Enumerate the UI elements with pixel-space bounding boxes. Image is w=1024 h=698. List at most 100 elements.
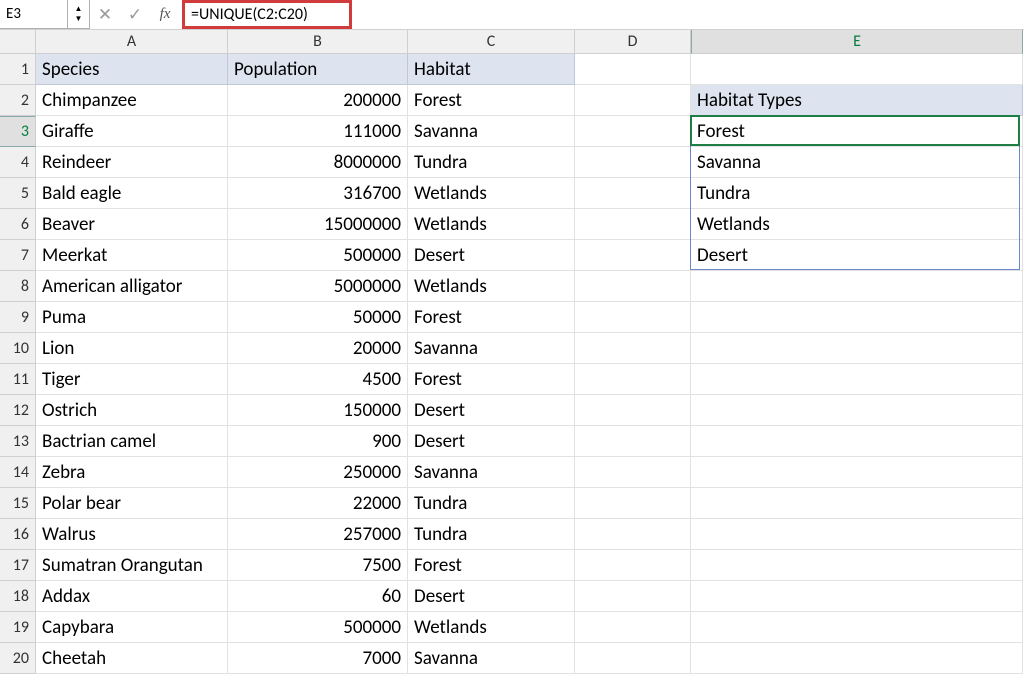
cell-B6[interactable]: 15000000 xyxy=(228,209,408,240)
row-header-13[interactable]: 13 xyxy=(0,426,36,457)
cell-D7[interactable] xyxy=(575,240,691,271)
cell-A19[interactable]: Capybara xyxy=(36,612,228,643)
cell-A8[interactable]: American alligator xyxy=(36,271,228,302)
cell-C1[interactable]: Habitat xyxy=(408,54,575,85)
cell-E5[interactable]: Tundra xyxy=(691,178,1023,209)
cell-B11[interactable]: 4500 xyxy=(228,364,408,395)
cell-B14[interactable]: 250000 xyxy=(228,457,408,488)
cancel-icon[interactable]: ✕ xyxy=(90,0,120,29)
cell-D1[interactable] xyxy=(575,54,691,85)
cell-E1[interactable] xyxy=(691,54,1023,85)
cell-E7[interactable]: Desert xyxy=(691,240,1023,271)
row-header-8[interactable]: 8 xyxy=(0,271,36,302)
cell-A7[interactable]: Meerkat xyxy=(36,240,228,271)
cell-E2[interactable]: Habitat Types xyxy=(691,85,1023,116)
cell-D6[interactable] xyxy=(575,209,691,240)
cell-C8[interactable]: Wetlands xyxy=(408,271,575,302)
cell-C5[interactable]: Wetlands xyxy=(408,178,575,209)
cell-C4[interactable]: Tundra xyxy=(408,147,575,178)
column-header-E[interactable]: E xyxy=(691,30,1023,54)
cell-C13[interactable]: Desert xyxy=(408,426,575,457)
name-box[interactable]: E3 xyxy=(0,0,68,29)
cell-C16[interactable]: Tundra xyxy=(408,519,575,550)
cell-B17[interactable]: 7500 xyxy=(228,550,408,581)
row-header-17[interactable]: 17 xyxy=(0,550,36,581)
cell-D19[interactable] xyxy=(575,612,691,643)
select-all-corner[interactable] xyxy=(0,30,36,54)
cell-C3[interactable]: Savanna xyxy=(408,116,575,147)
cell-E10[interactable] xyxy=(691,333,1023,364)
cell-D8[interactable] xyxy=(575,271,691,302)
column-header-A[interactable]: A xyxy=(36,30,228,54)
cell-D15[interactable] xyxy=(575,488,691,519)
cell-E6[interactable]: Wetlands xyxy=(691,209,1023,240)
cell-C12[interactable]: Desert xyxy=(408,395,575,426)
cell-E15[interactable] xyxy=(691,488,1023,519)
cell-D14[interactable] xyxy=(575,457,691,488)
column-header-B[interactable]: B xyxy=(228,30,408,54)
cell-E14[interactable] xyxy=(691,457,1023,488)
row-header-18[interactable]: 18 xyxy=(0,581,36,612)
cell-B13[interactable]: 900 xyxy=(228,426,408,457)
cell-D17[interactable] xyxy=(575,550,691,581)
row-header-6[interactable]: 6 xyxy=(0,209,36,240)
cell-B10[interactable]: 20000 xyxy=(228,333,408,364)
cell-E17[interactable] xyxy=(691,550,1023,581)
cell-E4[interactable]: Savanna xyxy=(691,147,1023,178)
cell-A9[interactable]: Puma xyxy=(36,302,228,333)
cell-D12[interactable] xyxy=(575,395,691,426)
cell-E9[interactable] xyxy=(691,302,1023,333)
column-header-C[interactable]: C xyxy=(408,30,575,54)
cell-D9[interactable] xyxy=(575,302,691,333)
row-header-20[interactable]: 20 xyxy=(0,643,36,674)
cell-B1[interactable]: Population xyxy=(228,54,408,85)
row-header-10[interactable]: 10 xyxy=(0,333,36,364)
cell-B9[interactable]: 50000 xyxy=(228,302,408,333)
cell-C17[interactable]: Forest xyxy=(408,550,575,581)
cell-A18[interactable]: Addax xyxy=(36,581,228,612)
cell-A20[interactable]: Cheetah xyxy=(36,643,228,674)
row-header-1[interactable]: 1 xyxy=(0,54,36,85)
cell-E19[interactable] xyxy=(691,612,1023,643)
cell-C2[interactable]: Forest xyxy=(408,85,575,116)
cell-A12[interactable]: Ostrich xyxy=(36,395,228,426)
cell-A14[interactable]: Zebra xyxy=(36,457,228,488)
name-box-dropdown[interactable]: ▲ ▼ xyxy=(68,0,90,29)
cell-C14[interactable]: Savanna xyxy=(408,457,575,488)
cell-C20[interactable]: Savanna xyxy=(408,643,575,674)
cell-B8[interactable]: 5000000 xyxy=(228,271,408,302)
accept-icon[interactable]: ✓ xyxy=(120,0,150,29)
cell-D16[interactable] xyxy=(575,519,691,550)
cell-B18[interactable]: 60 xyxy=(228,581,408,612)
row-header-9[interactable]: 9 xyxy=(0,302,36,333)
cell-E20[interactable] xyxy=(691,643,1023,674)
cell-C6[interactable]: Wetlands xyxy=(408,209,575,240)
cell-E18[interactable] xyxy=(691,581,1023,612)
cell-B2[interactable]: 200000 xyxy=(228,85,408,116)
cell-D3[interactable] xyxy=(575,116,691,147)
cell-E8[interactable] xyxy=(691,271,1023,302)
row-header-5[interactable]: 5 xyxy=(0,178,36,209)
row-header-11[interactable]: 11 xyxy=(0,364,36,395)
cell-B16[interactable]: 257000 xyxy=(228,519,408,550)
cell-B5[interactable]: 316700 xyxy=(228,178,408,209)
cell-B20[interactable]: 7000 xyxy=(228,643,408,674)
row-header-14[interactable]: 14 xyxy=(0,457,36,488)
cell-D20[interactable] xyxy=(575,643,691,674)
cell-B7[interactable]: 500000 xyxy=(228,240,408,271)
cell-A1[interactable]: Species xyxy=(36,54,228,85)
cell-C15[interactable]: Tundra xyxy=(408,488,575,519)
cell-C7[interactable]: Desert xyxy=(408,240,575,271)
cell-C18[interactable]: Desert xyxy=(408,581,575,612)
cell-E13[interactable] xyxy=(691,426,1023,457)
cell-D11[interactable] xyxy=(575,364,691,395)
cell-E3[interactable]: Forest xyxy=(691,116,1023,147)
cell-A10[interactable]: Lion xyxy=(36,333,228,364)
cell-D10[interactable] xyxy=(575,333,691,364)
cell-C9[interactable]: Forest xyxy=(408,302,575,333)
cell-B12[interactable]: 150000 xyxy=(228,395,408,426)
cell-A5[interactable]: Bald eagle xyxy=(36,178,228,209)
row-header-19[interactable]: 19 xyxy=(0,612,36,643)
cell-D2[interactable] xyxy=(575,85,691,116)
cell-D13[interactable] xyxy=(575,426,691,457)
